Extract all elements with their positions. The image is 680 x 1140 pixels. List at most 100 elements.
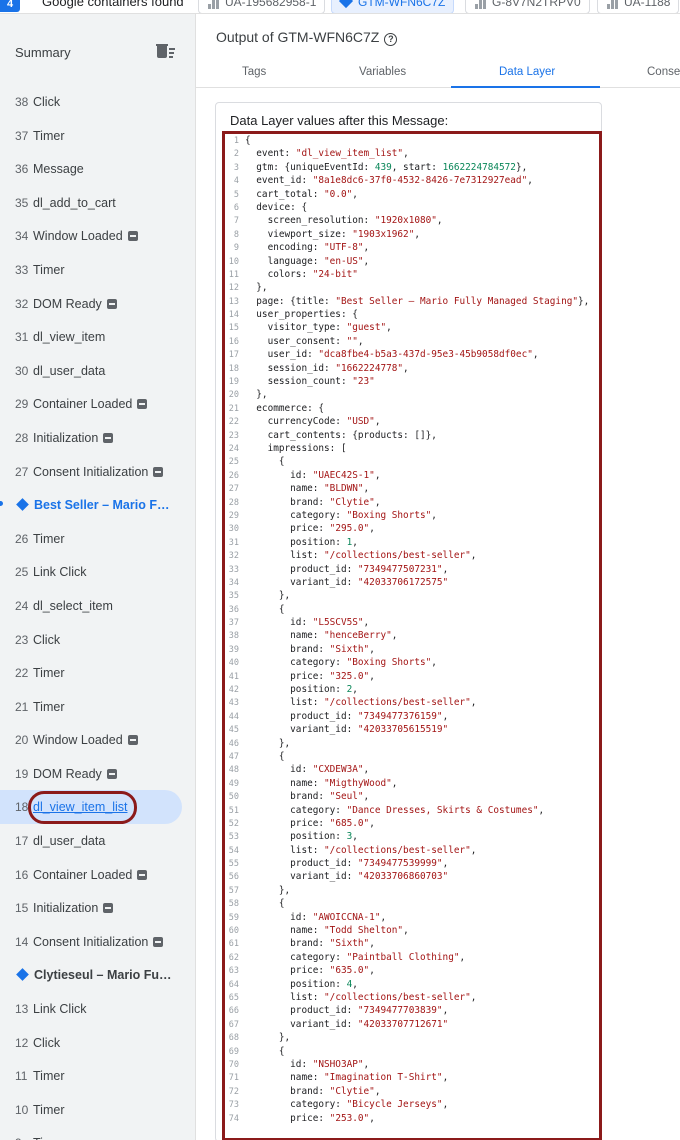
container-tab-ua-1188[interactable]: UA-1188: [597, 0, 680, 13]
code-text: page: {title: "Best Seller – Mario Fully…: [245, 295, 590, 307]
code-line: 57 },: [225, 884, 599, 897]
event-item[interactable]: 32 DOM Ready: [0, 287, 195, 321]
event-number: 32: [15, 296, 29, 311]
line-number: 21: [228, 403, 239, 414]
line-number: 60: [228, 926, 239, 937]
event-number: 17: [15, 834, 29, 849]
code-line: 59 id: "AWOICCNA-1",: [225, 911, 599, 924]
summary-label: Summary: [15, 45, 71, 60]
event-number: 18: [15, 800, 29, 815]
tab-tags[interactable]: Tags: [242, 66, 266, 78]
event-item[interactable]: 36 Message: [0, 152, 195, 186]
code-text: cart_contents: {products: []},: [245, 429, 437, 441]
code-line: 51 category: "Dance Dresses, Skirts & Co…: [225, 804, 599, 817]
event-item[interactable]: 14 Consent Initialization: [0, 925, 195, 959]
line-number: 70: [228, 1059, 239, 1070]
event-item[interactable]: 25 Link Click: [0, 555, 195, 589]
tab-consent[interactable]: Consent: [647, 66, 680, 78]
code-text: variant_id: "42033705615519": [245, 724, 449, 736]
container-tab-label: UA-1188: [624, 0, 671, 9]
container-tab-g-8v7n2trpv0[interactable]: G-8V7N2TRPV0: [465, 0, 590, 13]
code-text: impressions: [: [245, 442, 347, 454]
clear-summary-icon[interactable]: [156, 43, 176, 59]
event-item[interactable]: 38 Click: [0, 85, 195, 119]
line-number: 20: [228, 390, 239, 401]
tab-data-layer[interactable]: Data Layer: [499, 66, 555, 78]
event-sidebar: Summary 38 Click 37 Timer 36 Message 35 dl_add_…: [0, 14, 196, 1140]
event-number: 30: [15, 363, 29, 378]
event-label: dl_view_item: [33, 330, 106, 345]
event-item[interactable]: 34 Window Loaded: [0, 219, 195, 253]
event-item[interactable]: 35 dl_add_to_cart: [0, 186, 195, 220]
code-line: 41 price: "325.0",: [225, 670, 599, 683]
event-label: Timer: [33, 531, 65, 546]
line-number: 55: [228, 859, 239, 870]
code-line: 19 session_count: "23": [225, 375, 599, 388]
code-line: 18 session_id: "1662224778",: [225, 362, 599, 375]
event-item[interactable]: 9 Timer: [0, 1126, 195, 1140]
line-number: 53: [228, 832, 239, 843]
event-item[interactable]: 37 Timer: [0, 119, 195, 153]
code-text: product_id: "7349477507231",: [245, 563, 449, 575]
tab-variables[interactable]: Variables: [359, 66, 406, 78]
line-number: 65: [228, 993, 239, 1003]
container-tab-gtm-wfn6c7z[interactable]: GTM-WFN6C7Z: [331, 0, 455, 13]
line-number: 17: [228, 350, 239, 361]
page-event-item[interactable]: Clytieseul – Mario Fully...: [0, 958, 195, 992]
event-item[interactable]: 33 Timer: [0, 253, 195, 287]
event-label: Container Loaded: [33, 868, 148, 882]
code-text: },: [245, 884, 291, 896]
code-text: device: {: [245, 201, 308, 213]
page-event-item[interactable]: Best Seller – Mario Full...: [0, 488, 195, 522]
event-item[interactable]: 27 Consent Initialization: [0, 455, 195, 489]
container-tab-ua-195682958[interactable]: UA-195682958-1: [198, 0, 326, 13]
event-item[interactable]: 30 dl_user_data: [0, 354, 195, 388]
code-text: {: [245, 135, 251, 146]
event-item[interactable]: 28 Initialization: [0, 421, 195, 455]
event-item[interactable]: 31 dl_view_item: [0, 320, 195, 354]
code-line: 34 variant_id: "42033706172575": [225, 576, 599, 589]
gtm-event-tag-icon: [103, 432, 114, 443]
event-item[interactable]: 10 Timer: [0, 1093, 195, 1127]
help-icon[interactable]: ?: [384, 33, 398, 46]
gtm-event-tag-icon: [137, 869, 148, 880]
event-item[interactable]: 13 Link Click: [0, 992, 195, 1026]
line-number: 54: [228, 845, 239, 856]
event-number: 10: [15, 1102, 29, 1117]
event-number: 19: [15, 766, 29, 781]
event-label: Timer: [33, 128, 65, 143]
event-item[interactable]: 11 Timer: [0, 1059, 195, 1093]
code-text: position: 1,: [245, 536, 358, 548]
event-item[interactable]: 20 Window Loaded: [0, 723, 195, 757]
line-number: 13: [228, 296, 239, 307]
line-number: 61: [228, 939, 239, 950]
code-text: product_id: "7349477539999",: [245, 858, 449, 870]
code-line: 60 name: "Todd Shelton",: [225, 924, 599, 937]
event-item[interactable]: 12 Click: [0, 1026, 195, 1060]
event-item[interactable]: 21 Timer: [0, 690, 195, 724]
code-line: 24 impressions: [: [225, 442, 599, 455]
event-item[interactable]: 22 Timer: [0, 656, 195, 690]
event-number: 15: [15, 901, 29, 916]
event-item[interactable]: 29 Container Loaded: [0, 387, 195, 421]
code-line: 48 id: "CXDEW3A",: [225, 763, 599, 776]
event-item[interactable]: 15 Initialization: [0, 891, 195, 925]
event-item[interactable]: 18 dl_view_item_list: [0, 790, 182, 825]
summary-item[interactable]: Summary: [0, 36, 195, 66]
event-label: Window Loaded: [33, 229, 138, 243]
code-line: 25 {: [225, 455, 599, 468]
container-tab-label: UA-195682958-1: [225, 0, 317, 9]
code-text: event_id: "8a1e8dc6-37f0-4532-8426-7e731…: [245, 175, 533, 187]
code-line: 31 position: 1,: [225, 536, 599, 549]
event-label: dl_add_to_cart: [33, 195, 116, 210]
event-label: Link Click: [33, 1002, 87, 1017]
event-item[interactable]: 26 Timer: [0, 522, 195, 556]
event-item[interactable]: 17 dl_user_data: [0, 824, 195, 858]
event-item[interactable]: 19 DOM Ready: [0, 757, 195, 791]
code-text: name: "henceBerry",: [245, 630, 398, 642]
event-item[interactable]: 24 dl_select_item: [0, 589, 195, 623]
code-text: {: [245, 750, 285, 762]
event-item[interactable]: 16 Container Loaded: [0, 858, 195, 892]
line-number: 46: [228, 738, 239, 749]
event-item[interactable]: 23 Click: [0, 623, 195, 657]
